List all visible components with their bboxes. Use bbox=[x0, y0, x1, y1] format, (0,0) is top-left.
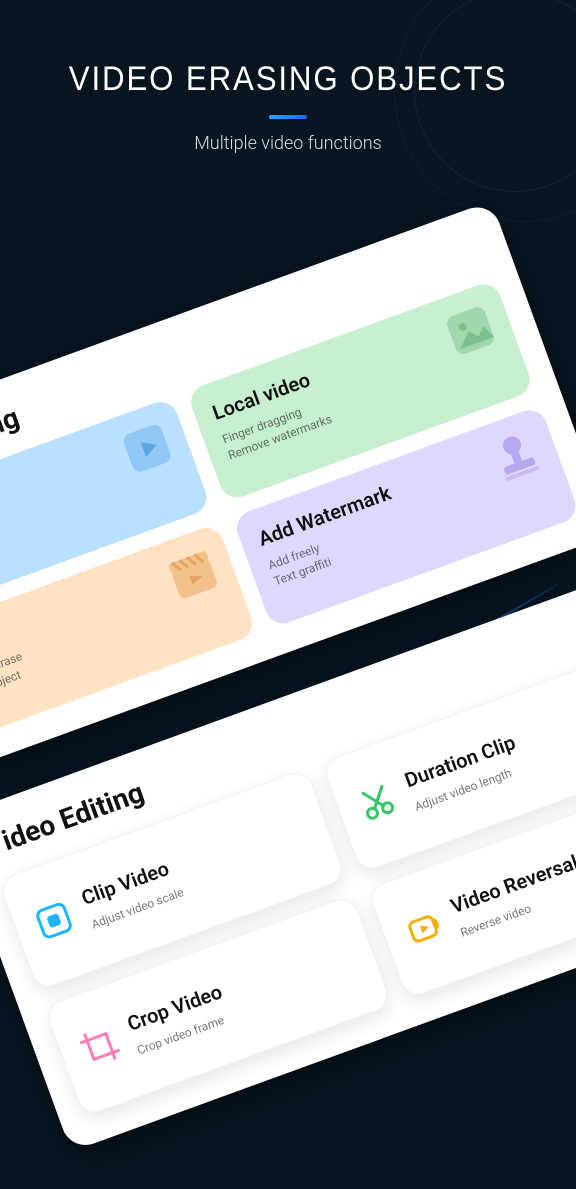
page-subtitle: Multiple video functions bbox=[0, 133, 576, 154]
page-title: VIDEO ERASING OBJECTS bbox=[23, 60, 553, 99]
panels-stage: Watermarking Online Video Paste link Dow… bbox=[0, 201, 576, 1189]
accent-rule bbox=[269, 115, 307, 119]
hero-header: VIDEO ERASING OBJECTS Multiple video fun… bbox=[0, 0, 576, 154]
reverse-icon bbox=[398, 903, 451, 958]
scissors-icon bbox=[352, 777, 405, 832]
crop-icon bbox=[74, 1021, 127, 1076]
clip-icon bbox=[28, 895, 81, 950]
